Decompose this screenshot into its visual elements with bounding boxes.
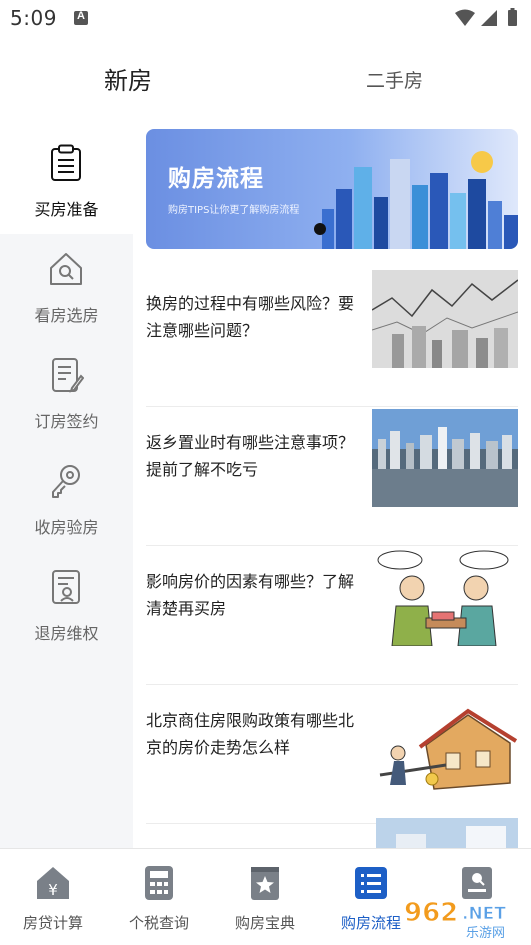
sidebar-item-order-sign[interactable]: 订房签约: [0, 340, 133, 446]
article-title: 换房的过程中有哪些风险？要注意哪些问题？: [146, 294, 355, 340]
nav-label: 房贷计算: [22, 914, 83, 932]
list-item[interactable]: 影响房价的因素有哪些？了解清楚再买房: [146, 546, 518, 685]
wifi-icon: [455, 9, 475, 26]
signal-battery-icons: [455, 8, 517, 26]
carousel-indicator[interactable]: [314, 223, 326, 235]
sidebar-item-label: 看房选房: [34, 306, 99, 325]
sidebar-item-label: 订房签约: [34, 412, 99, 431]
article-thumbnail: [376, 695, 518, 793]
nav-loan-calculator[interactable]: ¥ 房贷计算: [0, 849, 106, 945]
banner-title: 购房流程: [168, 166, 264, 192]
document-sign-icon: [52, 358, 84, 393]
list-item[interactable]: [146, 818, 518, 848]
city-skyline-illustration: [322, 151, 518, 249]
list-item[interactable]: 北京商住房限购政策有哪些北京的房价走势怎么样: [146, 685, 518, 824]
status-bar: 5:09: [0, 0, 531, 36]
banner-subtitle: 购房TIPS让你更了解购房流程: [168, 205, 300, 216]
sidebar-item-label: 退房维权: [34, 624, 99, 643]
calculator-icon: [145, 866, 173, 900]
list-item[interactable]: 换房的过程中有哪些风险？要注意哪些问题？: [146, 268, 518, 407]
sidebar-item-label: 收房验房: [34, 518, 99, 537]
article-thumbnail: [376, 818, 518, 848]
tab-second-hand-house[interactable]: 二手房: [366, 56, 423, 106]
tab-new-house[interactable]: 新房: [104, 56, 152, 106]
loan-calculator-icon: ¥: [37, 867, 69, 899]
nav-house-guide[interactable]: 购房宝典: [212, 849, 318, 945]
article-title: 北京商住房限购政策有哪些北京的房价走势怎么样: [146, 711, 355, 757]
battery-icon: [508, 10, 517, 26]
article-thumbnail: [372, 409, 518, 507]
banner[interactable]: 购房流程 购房TIPS让你更了解购房流程: [146, 129, 518, 249]
content-panel: 购房流程 购房TIPS让你更了解购房流程 换房的过程中有哪些风险？要注意哪些问题…: [133, 128, 531, 848]
site-watermark-logo: 962 .NET 乐游网: [404, 898, 507, 942]
svg-text:¥: ¥: [48, 881, 58, 899]
sidebar-item-buy-preparation[interactable]: 买房准备: [0, 128, 133, 234]
key-icon: [52, 465, 80, 498]
svg-text:乐游网: 乐游网: [466, 926, 505, 941]
nav-label: 购房宝典: [234, 914, 295, 932]
list-icon: [355, 867, 387, 899]
sidebar-item-view-house[interactable]: 看房选房: [0, 234, 133, 340]
sidebar-item-refund-rights[interactable]: 退房维权: [0, 552, 133, 658]
article-title: 返乡置业时有哪些注意事项？提前了解不吃亏: [146, 433, 355, 479]
accessibility-notification-icon: [74, 10, 88, 25]
nav-tax-query[interactable]: 个税查询: [106, 849, 212, 945]
sidebar-item-receive-inspect[interactable]: 收房验房: [0, 446, 133, 552]
certificate-icon: [52, 570, 80, 604]
sidebar-item-label: 买房准备: [34, 200, 99, 219]
clipboard-icon: [51, 144, 81, 181]
star-book-icon: [251, 867, 279, 900]
top-tab-bar: 新房 二手房: [0, 56, 531, 106]
nav-label: 个税查询: [128, 914, 189, 932]
article-thumbnail: [372, 270, 518, 368]
article-thumbnail: [372, 548, 518, 646]
svg-text:.NET: .NET: [462, 904, 506, 924]
cell-signal-icon: [481, 10, 497, 26]
svg-text:962: 962: [404, 898, 458, 928]
house-search-icon: [50, 253, 82, 285]
list-item[interactable]: 返乡置业时有哪些注意事项？提前了解不吃亏: [146, 407, 518, 546]
status-time: 5:09: [10, 6, 57, 30]
sidebar: 买房准备 看房选房 订房签约 收房验房 退房维权: [0, 128, 133, 848]
article-title: 影响房价的因素有哪些？了解清楚再买房: [146, 572, 355, 618]
